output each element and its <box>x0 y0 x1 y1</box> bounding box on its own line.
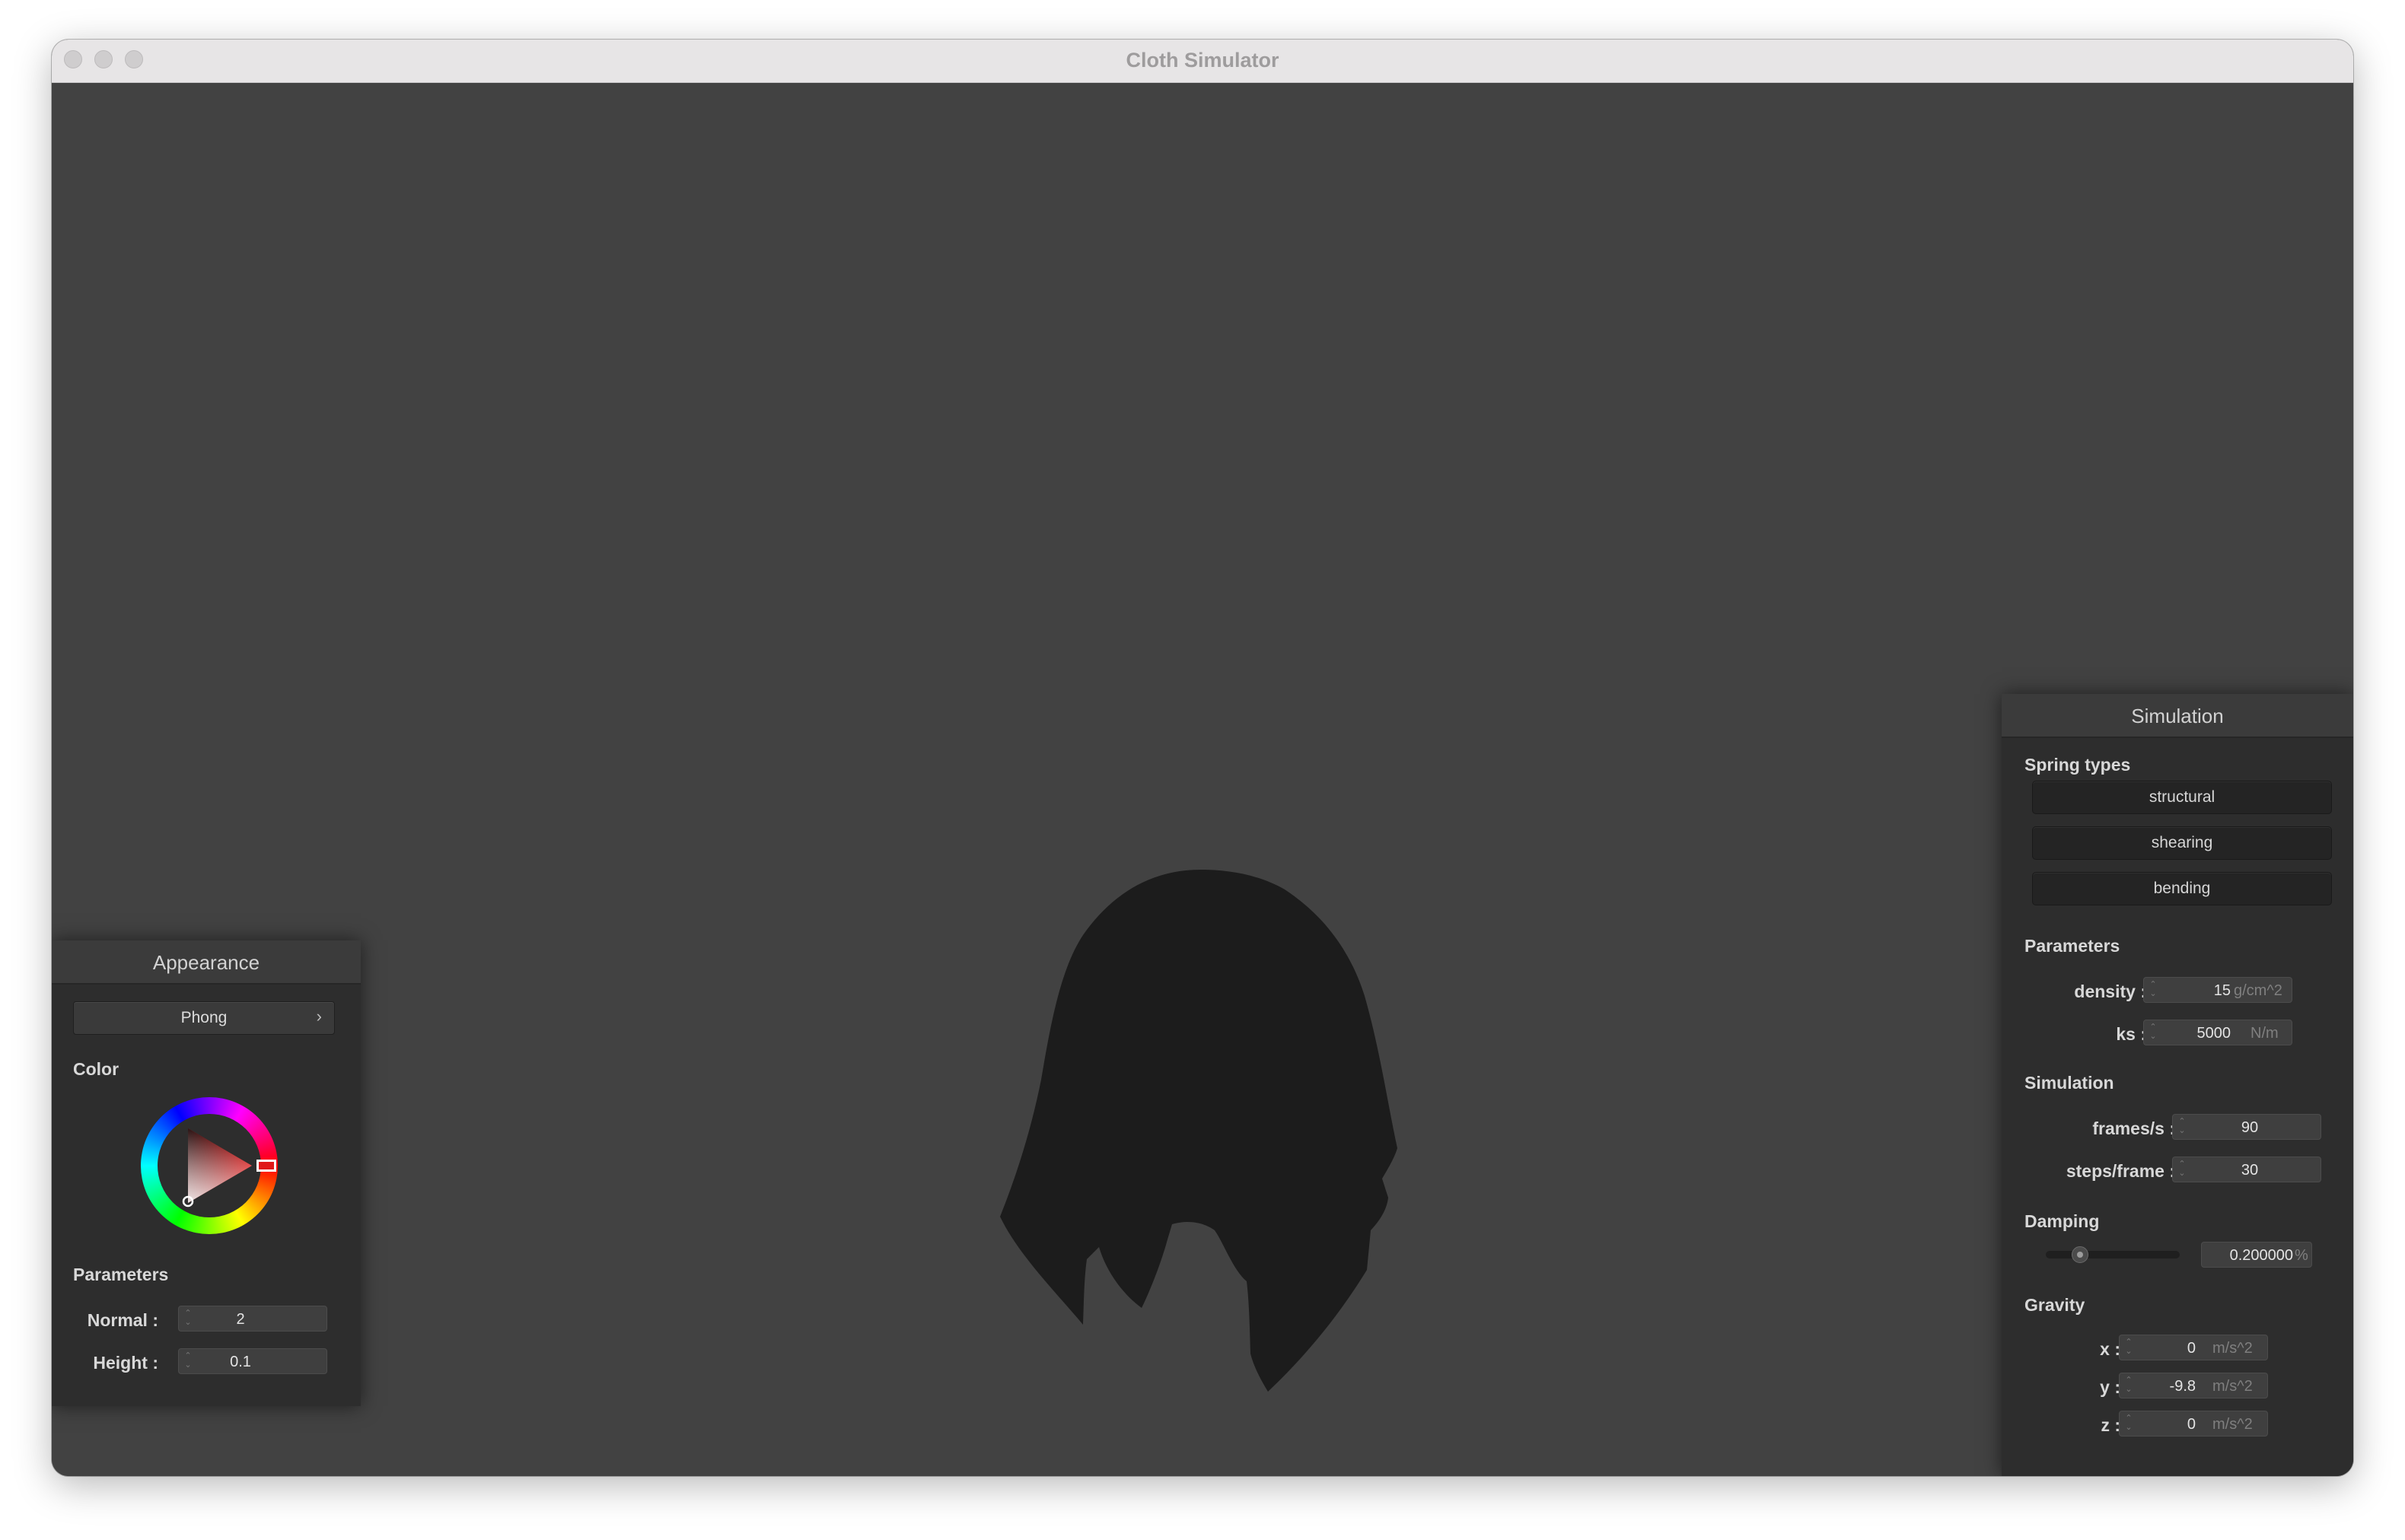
damping-unit: % <box>2295 1247 2308 1264</box>
spin-arrows-icon[interactable]: ⌃ ⌄ <box>2124 1414 2133 1432</box>
fps-label: frames/s : <box>2092 1118 2175 1138</box>
appearance-panel-title: Appearance <box>52 940 361 985</box>
damping-value: 0.200000 <box>2229 1247 2293 1264</box>
steps-input[interactable]: ⌃ ⌄ 30 <box>2172 1157 2321 1182</box>
spin-arrows-icon[interactable]: ⌃ ⌄ <box>2149 1023 2158 1041</box>
shader-dropdown-label: Phong <box>180 1009 228 1026</box>
fps-value: 90 <box>2241 1119 2259 1136</box>
normal-value: 2 <box>236 1311 245 1328</box>
gravity-y-value: -9.8 <box>2169 1378 2196 1395</box>
ks-input[interactable]: ⌃ ⌄ 5000 N/m <box>2143 1020 2292 1045</box>
ks-unit: N/m <box>2251 1025 2279 1042</box>
damping-slider-handle[interactable] <box>2071 1246 2088 1263</box>
simulation-panel: Simulation Spring types structural shear… <box>2002 694 2353 1476</box>
spin-arrows-icon[interactable]: ⌃ ⌄ <box>2124 1338 2133 1356</box>
spin-arrows-icon[interactable]: ⌃ ⌄ <box>183 1351 193 1370</box>
damping-label: Damping <box>2024 1211 2100 1231</box>
appearance-panel: Appearance Phong › Color Parameters Norm… <box>52 940 361 1406</box>
fps-input[interactable]: ⌃ ⌄ 90 <box>2172 1114 2321 1140</box>
color-label: Color <box>73 1059 119 1079</box>
sim-parameters-label: Parameters <box>2024 936 2120 956</box>
app-window: Cloth Simulator Appearance Phong › Color <box>52 40 2353 1476</box>
height-input[interactable]: ⌃ ⌄ 0.1 <box>178 1348 327 1374</box>
normal-label: Normal : <box>87 1310 158 1330</box>
hue-selector-handle[interactable] <box>256 1160 276 1172</box>
window-title: Cloth Simulator <box>1126 49 1279 72</box>
gravity-x-label: x : <box>2100 1339 2120 1359</box>
gravity-y-input[interactable]: ⌃ ⌄ -9.8 m/s^2 <box>2119 1373 2268 1398</box>
shader-dropdown[interactable]: Phong › <box>73 1001 335 1035</box>
appearance-parameters-label: Parameters <box>73 1265 169 1284</box>
bending-button[interactable]: bending <box>2032 872 2332 905</box>
title-bar: Cloth Simulator <box>52 40 2353 83</box>
gravity-z-value: 0 <box>2187 1416 2196 1433</box>
spring-types-label: Spring types <box>2024 755 2131 775</box>
simulation-panel-title: Simulation <box>2002 694 2353 738</box>
sim-simulation-label: Simulation <box>2024 1073 2114 1093</box>
gravity-y-unit: m/s^2 <box>2212 1378 2253 1395</box>
steps-label: steps/frame : <box>2066 1161 2175 1181</box>
spin-arrows-icon[interactable]: ⌃ ⌄ <box>183 1309 193 1327</box>
normal-input[interactable]: ⌃ ⌄ 2 <box>178 1306 327 1332</box>
gravity-x-value: 0 <box>2187 1340 2196 1357</box>
gravity-x-unit: m/s^2 <box>2212 1340 2253 1357</box>
gravity-z-input[interactable]: ⌃ ⌄ 0 m/s^2 <box>2119 1411 2268 1437</box>
structural-button[interactable]: structural <box>2032 781 2332 814</box>
ks-value: 5000 <box>2196 1025 2231 1042</box>
density-label: density : <box>2074 982 2146 1001</box>
gravity-z-unit: m/s^2 <box>2212 1416 2253 1433</box>
height-value: 0.1 <box>230 1354 251 1370</box>
color-wheel[interactable] <box>141 1097 278 1234</box>
ks-label: ks : <box>2116 1024 2146 1044</box>
spin-arrows-icon[interactable]: ⌃ ⌄ <box>2149 980 2158 998</box>
gravity-y-label: y : <box>2100 1377 2120 1397</box>
density-value: 15 <box>2213 982 2231 999</box>
density-unit: g/cm^2 <box>2234 982 2282 999</box>
gravity-z-label: z : <box>2101 1415 2120 1435</box>
damping-input[interactable]: 0.200000 % <box>2201 1242 2312 1268</box>
shearing-button[interactable]: shearing <box>2032 826 2332 860</box>
chevron-right-icon: › <box>316 1007 322 1026</box>
gravity-x-input[interactable]: ⌃ ⌄ 0 m/s^2 <box>2119 1335 2268 1360</box>
damping-slider-track[interactable] <box>2046 1251 2180 1258</box>
spin-arrows-icon[interactable]: ⌃ ⌄ <box>2177 1160 2187 1178</box>
steps-value: 30 <box>2241 1162 2259 1179</box>
height-label: Height : <box>93 1353 158 1373</box>
spin-arrows-icon[interactable]: ⌃ ⌄ <box>2124 1376 2133 1394</box>
gravity-label: Gravity <box>2024 1295 2085 1315</box>
density-input[interactable]: ⌃ ⌄ 15 g/cm^2 <box>2143 977 2292 1003</box>
spin-arrows-icon[interactable]: ⌃ ⌄ <box>2177 1117 2187 1135</box>
